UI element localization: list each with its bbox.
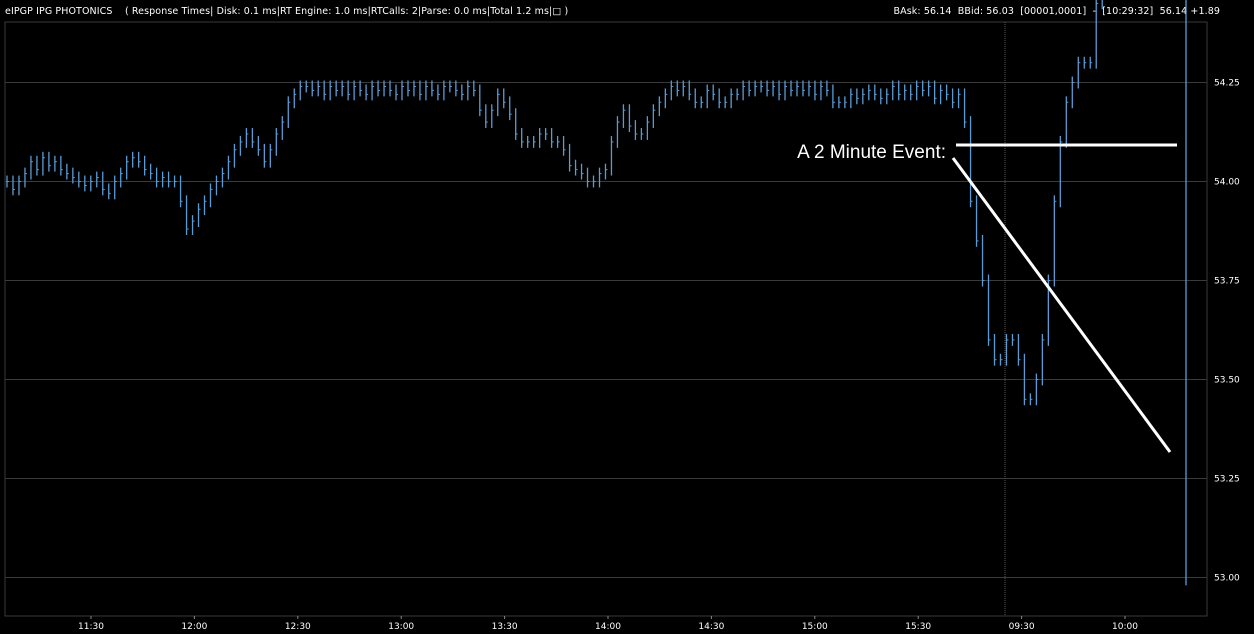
x-tick-label: 14:00 xyxy=(595,622,621,632)
event-annotation: A 2 Minute Event: xyxy=(797,142,1177,453)
x-tick-label: 13:30 xyxy=(492,622,518,632)
y-tick-label: 53.50 xyxy=(1214,376,1240,386)
x-tick-label: 12:30 xyxy=(285,622,311,632)
x-tick-label: 11:30 xyxy=(78,622,104,632)
y-tick-label: 53.75 xyxy=(1214,277,1240,287)
price-bars xyxy=(6,0,1187,586)
annotation-pointer xyxy=(951,157,1172,453)
y-tick-label: 53.25 xyxy=(1214,475,1240,485)
annotation-label: A 2 Minute Event: xyxy=(797,142,946,163)
price-chart[interactable]: 55.7555.5055.2555.0054.7554.5054.2554.00… xyxy=(0,0,1254,634)
grid-lines xyxy=(4,21,1208,617)
x-tick-label: 10:00 xyxy=(1112,622,1138,632)
y-tick-label: 54.25 xyxy=(1214,79,1240,89)
x-tick-label: 13:00 xyxy=(388,622,414,632)
y-tick-label: 54.00 xyxy=(1214,178,1240,188)
x-tick-label: 15:00 xyxy=(802,622,828,632)
x-tick-label: 15:30 xyxy=(905,622,931,632)
x-tick-label: 14:30 xyxy=(698,622,724,632)
x-tick-label: 12:00 xyxy=(181,622,207,632)
y-axis: 55.7555.5055.2555.0054.7554.5054.2554.00… xyxy=(1214,79,1240,584)
x-axis: 11:30 12:00 12:30 13:00 13:30 14:00 14:30 15:00… xyxy=(78,616,1138,632)
x-tick-label: 09:30 xyxy=(1009,622,1035,632)
y-tick-label: 53.00 xyxy=(1214,574,1240,584)
plot-frame xyxy=(4,21,1208,617)
